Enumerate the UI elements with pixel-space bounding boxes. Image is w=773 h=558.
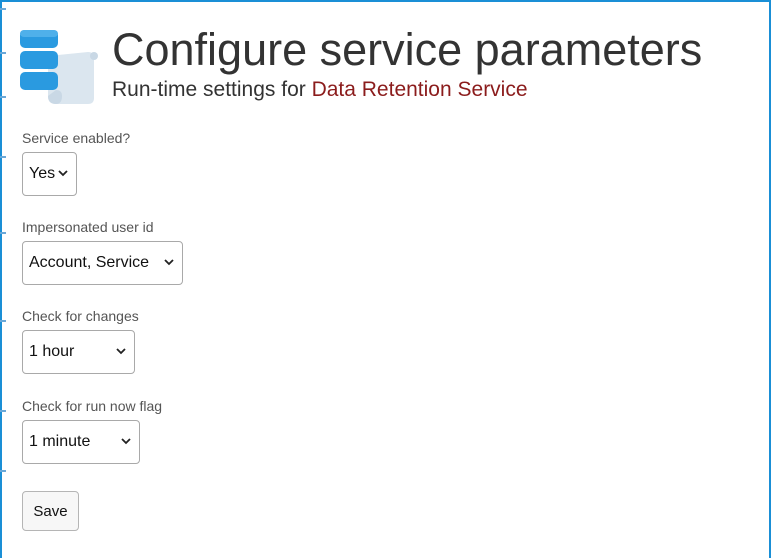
check-run-now-value: 1 minute xyxy=(29,433,91,450)
database-scroll-icon xyxy=(20,30,98,104)
service-enabled-select[interactable]: Yes xyxy=(22,152,77,196)
impersonated-user-label: Impersonated user id xyxy=(22,219,154,235)
service-name: Data Retention Service xyxy=(311,78,528,101)
page-subtitle: Run-time settings for Data Retention Ser… xyxy=(112,76,528,104)
check-changes-label: Check for changes xyxy=(22,308,139,324)
service-enabled-value: Yes xyxy=(29,165,56,182)
impersonated-user-select[interactable]: Account, Service xyxy=(22,241,183,285)
check-changes-select[interactable]: 1 hour xyxy=(22,330,135,374)
check-run-now-label: Check for run now flag xyxy=(22,398,163,414)
check-changes-value: 1 hour xyxy=(29,343,75,360)
impersonated-user-value: Account, Service xyxy=(29,254,150,271)
chevron-down-icon xyxy=(58,170,68,177)
chevron-down-icon xyxy=(121,438,131,445)
check-run-now-select[interactable]: 1 minute xyxy=(22,420,140,464)
save-button[interactable]: Save xyxy=(22,491,79,531)
left-edge-markers xyxy=(0,0,8,558)
page-title: Configure service parameters xyxy=(112,24,703,75)
chevron-down-icon xyxy=(116,348,126,355)
service-enabled-label: Service enabled? xyxy=(22,130,131,146)
chevron-down-icon xyxy=(164,259,174,266)
subtitle-prefix: Run-time settings for xyxy=(112,78,312,101)
